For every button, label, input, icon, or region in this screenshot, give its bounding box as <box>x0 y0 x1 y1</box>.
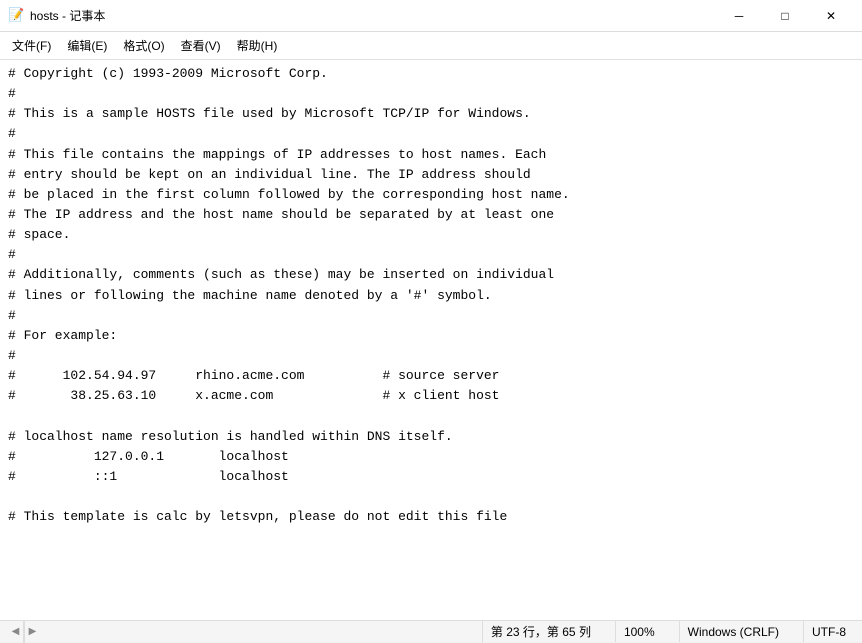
app-icon: 📝 <box>8 8 24 24</box>
menu-help[interactable]: 帮助(H) <box>229 33 286 58</box>
minimize-button[interactable]: ─ <box>716 0 762 32</box>
menu-format[interactable]: 格式(O) <box>115 33 172 58</box>
encoding: UTF-8 <box>803 621 854 642</box>
cursor-position: 第 23 行，第 65 列 <box>482 621 599 642</box>
window-controls[interactable]: ─ □ ✕ <box>716 0 854 32</box>
menu-bar: 文件(F) 编辑(E) 格式(O) 查看(V) 帮助(H) <box>0 32 862 60</box>
window-title: hosts - 记事本 <box>30 7 105 24</box>
scroll-right-arrow[interactable]: ▶ <box>24 621 40 643</box>
line-ending: Windows (CRLF) <box>679 621 787 642</box>
menu-file[interactable]: 文件(F) <box>4 33 59 58</box>
zoom-level: 100% <box>615 621 663 642</box>
status-bar: ◀ ▶ 第 23 行，第 65 列 100% Windows (CRLF) UT… <box>0 620 862 642</box>
menu-edit[interactable]: 编辑(E) <box>59 33 115 58</box>
title-bar-left: 📝 hosts - 记事本 <box>8 7 105 24</box>
status-bar-left: ◀ ▶ <box>8 621 466 643</box>
title-bar: 📝 hosts - 记事本 ─ □ ✕ <box>0 0 862 32</box>
close-button[interactable]: ✕ <box>808 0 854 32</box>
maximize-button[interactable]: □ <box>762 0 808 32</box>
text-editor[interactable]: # Copyright (c) 1993-2009 Microsoft Corp… <box>0 60 862 620</box>
scroll-left-arrow[interactable]: ◀ <box>8 621 24 643</box>
menu-view[interactable]: 查看(V) <box>173 33 229 58</box>
